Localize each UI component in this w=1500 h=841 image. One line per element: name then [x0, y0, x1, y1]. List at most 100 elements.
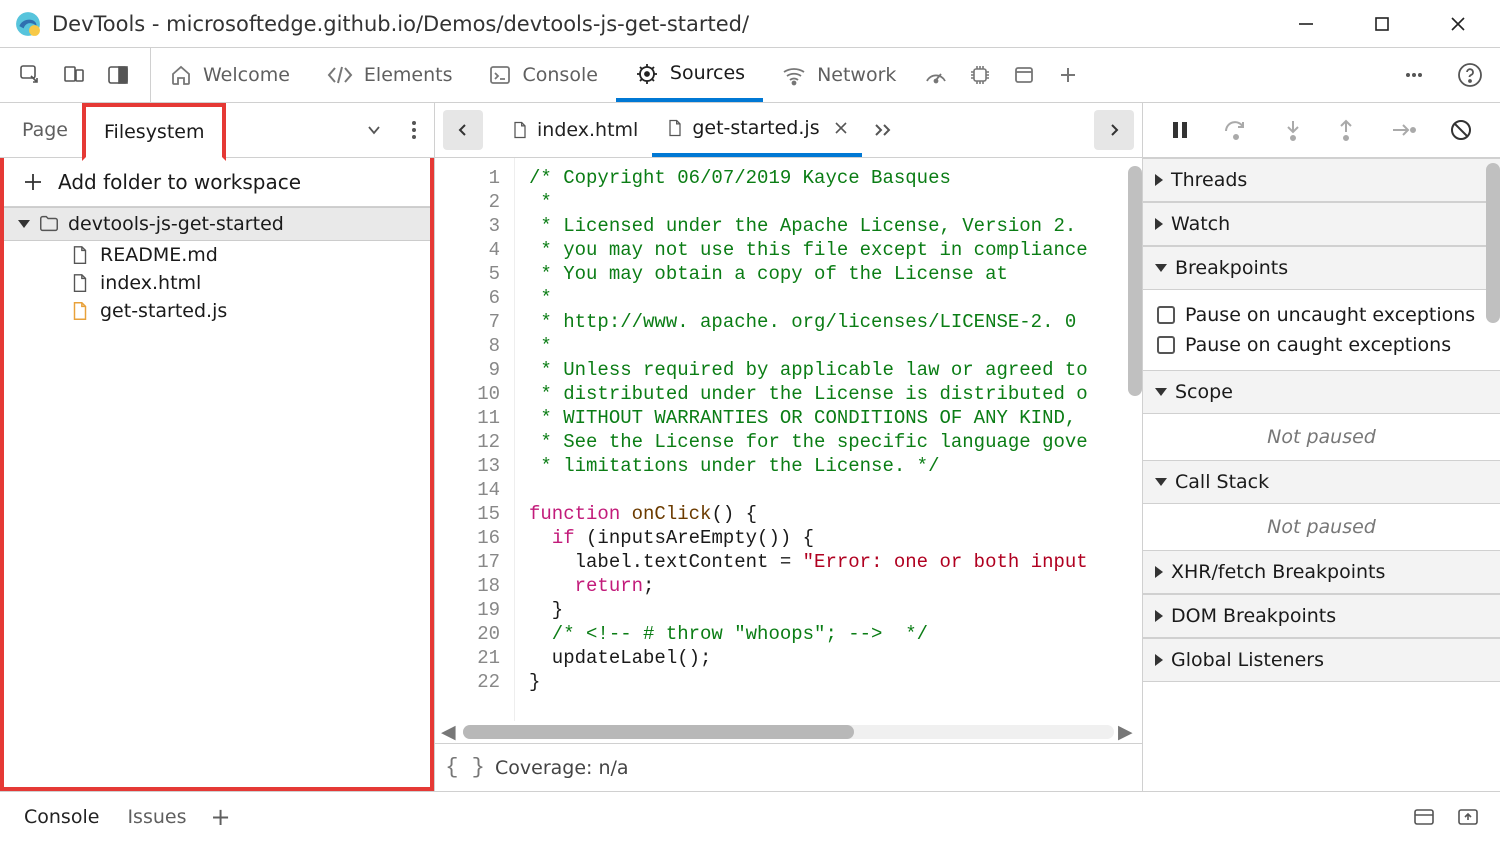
- navigator-pane: Page Filesystem Add folder to workspace …: [0, 103, 434, 791]
- tab-console[interactable]: Console: [470, 48, 615, 102]
- tab-sources[interactable]: Sources: [616, 48, 763, 102]
- file-icon: [511, 120, 529, 140]
- editor-pane: index.html get-started.js 12345678910111…: [434, 103, 1143, 791]
- tab-label: Sources: [670, 62, 745, 84]
- step-icon[interactable]: [1390, 119, 1416, 141]
- nav-back-button[interactable]: [443, 110, 483, 150]
- tab-elements[interactable]: Elements: [308, 48, 471, 102]
- pause-uncaught-checkbox-row[interactable]: Pause on uncaught exceptions: [1157, 300, 1486, 330]
- vertical-scrollbar[interactable]: [1128, 166, 1142, 396]
- tab-label: Console: [522, 64, 597, 86]
- folder-name: devtools-js-get-started: [68, 213, 284, 235]
- navigator-tab-page[interactable]: Page: [0, 103, 86, 157]
- step-into-icon[interactable]: [1283, 118, 1303, 142]
- window-minimize-button[interactable]: [1288, 6, 1324, 42]
- xhr-section-header[interactable]: XHR/fetch Breakpoints: [1143, 550, 1500, 594]
- close-tab-icon[interactable]: [834, 121, 848, 135]
- more-options-icon[interactable]: [1392, 48, 1436, 102]
- window-title: DevTools - microsoftedge.github.io/Demos…: [52, 12, 749, 36]
- breakpoints-section-header[interactable]: Breakpoints: [1143, 246, 1500, 290]
- main-toolbar: Welcome Elements Console Sources Network: [0, 48, 1500, 103]
- edge-devtools-logo: [14, 10, 42, 38]
- file-tab-label: get-started.js: [692, 117, 819, 139]
- folder-icon: [38, 213, 60, 235]
- file-row[interactable]: get-started.js: [4, 297, 430, 325]
- tab-label: Elements: [364, 64, 453, 86]
- window-maximize-button[interactable]: [1364, 6, 1400, 42]
- device-toolbar-icon[interactable]: [52, 48, 96, 102]
- application-icon[interactable]: [1002, 48, 1046, 102]
- more-tabs-icon[interactable]: [862, 122, 906, 138]
- file-icon: [70, 272, 90, 294]
- deactivate-breakpoints-icon[interactable]: [1449, 118, 1473, 142]
- checkbox[interactable]: [1157, 306, 1175, 324]
- pause-caught-checkbox-row[interactable]: Pause on caught exceptions: [1157, 330, 1486, 360]
- scope-not-paused: Not paused: [1143, 414, 1500, 460]
- dock-side-icon[interactable]: [96, 48, 140, 102]
- vertical-scrollbar[interactable]: [1486, 163, 1500, 323]
- chevron-down-icon: [1155, 478, 1167, 486]
- add-folder-button[interactable]: Add folder to workspace: [4, 158, 430, 207]
- checkbox[interactable]: [1157, 336, 1175, 354]
- scope-section-header[interactable]: Scope: [1143, 370, 1500, 414]
- horizontal-scrollbar[interactable]: ◀ ▶: [435, 721, 1142, 743]
- window-close-button[interactable]: [1440, 6, 1476, 42]
- step-over-icon[interactable]: [1223, 119, 1249, 141]
- drawer-add-tab-icon[interactable]: +: [200, 803, 240, 831]
- pretty-print-button[interactable]: { }: [435, 755, 495, 780]
- drawer-tab-console[interactable]: Console: [10, 806, 113, 828]
- line-gutter: 12345678910111213141516171819202122: [435, 158, 515, 721]
- scrollbar-thumb[interactable]: [463, 725, 854, 739]
- chevron-right-icon: [1155, 174, 1163, 186]
- code-editor[interactable]: 12345678910111213141516171819202122 /* C…: [435, 158, 1142, 721]
- pause-button-icon[interactable]: [1170, 119, 1190, 141]
- coverage-label: Coverage: n/a: [495, 757, 629, 779]
- navigator-tab-filesystem[interactable]: Filesystem: [82, 103, 226, 161]
- inspect-element-icon[interactable]: [8, 48, 52, 102]
- nav-forward-button[interactable]: [1094, 110, 1134, 150]
- memory-icon[interactable]: [958, 48, 1002, 102]
- drawer-tab-issues[interactable]: Issues: [113, 806, 200, 828]
- tab-label: Welcome: [203, 64, 290, 86]
- global-section-header[interactable]: Global Listeners: [1143, 638, 1500, 682]
- file-tab-index[interactable]: index.html: [497, 103, 652, 157]
- chevron-right-icon: [1155, 610, 1163, 622]
- drawer-expand-icon[interactable]: [1402, 792, 1446, 841]
- chevron-down-icon: [1155, 388, 1167, 396]
- dom-section-header[interactable]: DOM Breakpoints: [1143, 594, 1500, 638]
- add-tab-icon[interactable]: [1046, 48, 1090, 102]
- plus-icon: [22, 171, 44, 193]
- chevron-right-icon: [1155, 218, 1163, 230]
- help-icon[interactable]: [1448, 48, 1492, 102]
- debugger-pane: Threads Watch Breakpoints Pause on uncau…: [1143, 103, 1500, 791]
- drawer: Console Issues +: [0, 791, 1500, 841]
- chevron-right-icon: [1155, 566, 1163, 578]
- file-row[interactable]: README.md: [4, 241, 430, 269]
- chevron-right-icon: [1155, 654, 1163, 666]
- file-row[interactable]: index.html: [4, 269, 430, 297]
- step-out-icon[interactable]: [1336, 118, 1356, 142]
- tab-welcome[interactable]: Welcome: [151, 48, 308, 102]
- drawer-collapse-icon[interactable]: [1446, 792, 1490, 841]
- scroll-left-icon[interactable]: ◀: [441, 721, 459, 743]
- file-name: index.html: [100, 272, 201, 294]
- file-name: README.md: [100, 244, 218, 266]
- navigator-dropdown-icon[interactable]: [354, 103, 394, 157]
- js-file-icon: [70, 300, 90, 322]
- tab-label: Network: [817, 64, 896, 86]
- performance-icon[interactable]: [914, 48, 958, 102]
- callstack-not-paused: Not paused: [1143, 504, 1500, 550]
- navigator-more-icon[interactable]: [394, 103, 434, 157]
- file-tab-get-started[interactable]: get-started.js: [652, 103, 861, 157]
- scroll-right-icon[interactable]: ▶: [1118, 721, 1136, 743]
- title-bar: DevTools - microsoftedge.github.io/Demos…: [0, 0, 1500, 48]
- watch-section-header[interactable]: Watch: [1143, 202, 1500, 246]
- tab-network[interactable]: Network: [763, 48, 914, 102]
- file-icon: [70, 244, 90, 266]
- callstack-section-header[interactable]: Call Stack: [1143, 460, 1500, 504]
- folder-row[interactable]: devtools-js-get-started: [4, 207, 430, 241]
- code-area[interactable]: /* Copyright 06/07/2019 Kayce Basques * …: [515, 158, 1142, 721]
- file-name: get-started.js: [100, 300, 227, 322]
- file-icon: [666, 118, 684, 138]
- threads-section-header[interactable]: Threads: [1143, 158, 1500, 202]
